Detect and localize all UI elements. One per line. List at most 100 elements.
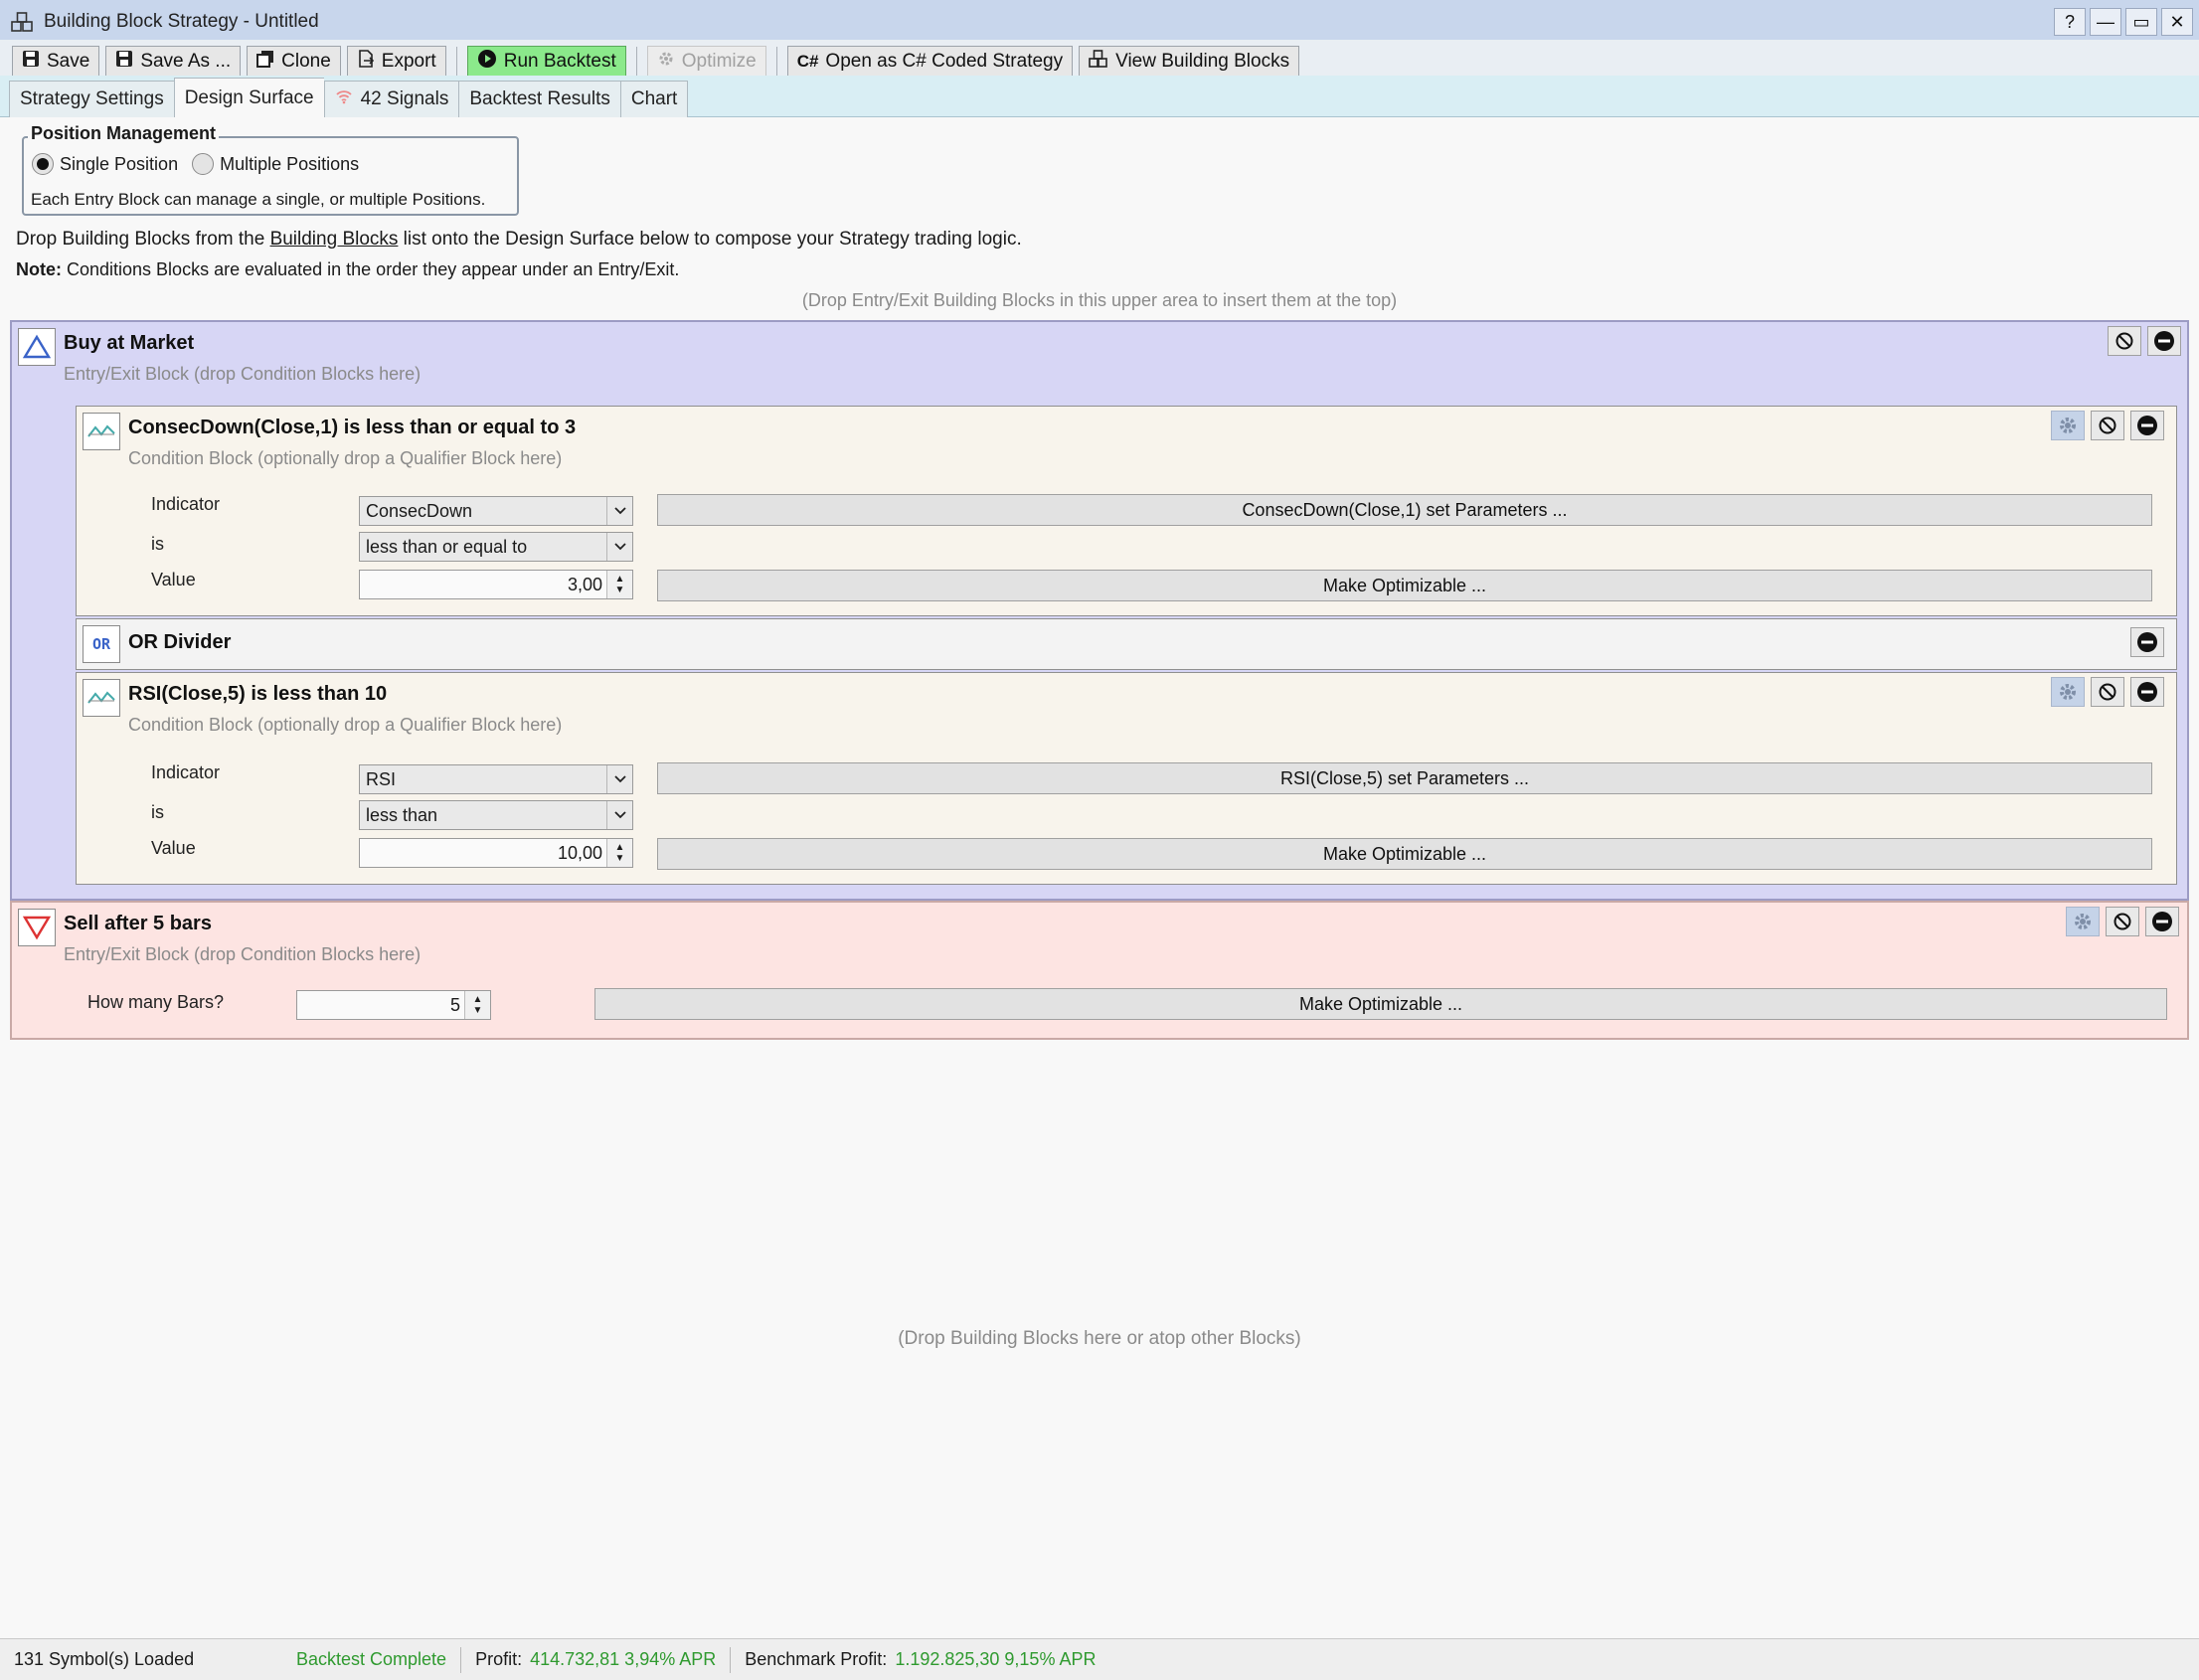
single-position-radio[interactable] <box>32 153 54 175</box>
indicator-wave-icon <box>83 679 120 717</box>
make-optimizable-button[interactable]: Make Optimizable ... <box>594 988 2167 1020</box>
condition1-subtitle: Condition Block (optionally drop a Quali… <box>128 448 563 468</box>
floppy-disk-icon <box>115 50 133 74</box>
close-button[interactable]: ✕ <box>2161 8 2193 36</box>
value-label: Value <box>151 570 196 589</box>
single-position-label: Single Position <box>60 153 179 174</box>
disable-block-button[interactable] <box>2091 677 2124 707</box>
triangle-down-icon <box>18 909 56 946</box>
condition-block-consecdown[interactable]: ConsecDown(Close,1) is less than or equa… <box>76 406 2177 616</box>
building-blocks-link[interactable]: Building Blocks <box>270 229 399 250</box>
value-spinner[interactable]: 10,00 ▲ ▼ <box>359 838 633 868</box>
view-building-blocks-button[interactable]: View Building Blocks <box>1079 46 1300 78</box>
note-label: Note: <box>16 259 62 279</box>
clone-button[interactable]: Clone <box>247 46 341 78</box>
set-parameters-button[interactable]: RSI(Close,5) set Parameters ... <box>657 762 2152 794</box>
sell-block-title: Sell after 5 bars <box>64 913 212 934</box>
bars-label: How many Bars? <box>87 992 225 1012</box>
spinner-arrows-icon[interactable]: ▲ ▼ <box>464 991 490 1019</box>
chevron-down-icon <box>606 801 632 829</box>
open-csharp-label: Open as C# Coded Strategy <box>825 51 1064 72</box>
settings-button[interactable] <box>2066 907 2100 936</box>
note-body: Conditions Blocks are evaluated in the o… <box>62 259 680 279</box>
indicator-wave-icon <box>83 413 120 450</box>
status-bar: 131 Symbol(s) Loaded Backtest Complete P… <box>0 1638 2199 1680</box>
play-icon <box>477 49 497 75</box>
remove-icon <box>2154 331 2174 351</box>
disable-block-button[interactable] <box>2106 907 2139 936</box>
remove-block-button[interactable] <box>2130 411 2164 440</box>
optimize-button[interactable]: Optimize <box>646 46 766 78</box>
wifi-signal-icon <box>335 88 353 110</box>
indicator-label: Indicator <box>151 762 221 782</box>
profit-value: 414.732,81 3,94% APR <box>530 1649 717 1669</box>
symbols-status: 131 Symbol(s) Loaded <box>0 1647 282 1673</box>
gear-icon <box>2075 914 2091 929</box>
indicator-select[interactable]: ConsecDown <box>359 496 633 526</box>
set-parameters-button[interactable]: ConsecDown(Close,1) set Parameters ... <box>657 494 2152 526</box>
run-backtest-label: Run Backtest <box>503 51 616 72</box>
remove-block-button[interactable] <box>2130 677 2164 707</box>
run-backtest-button[interactable]: Run Backtest <box>466 46 626 78</box>
multiple-positions-label: Multiple Positions <box>220 153 360 174</box>
condition2-subtitle: Condition Block (optionally drop a Quali… <box>128 715 563 735</box>
condition1-title: ConsecDown(Close,1) is less than or equa… <box>128 417 577 438</box>
indicator-select[interactable]: RSI <box>359 764 633 794</box>
open-csharp-button[interactable]: C# Open as C# Coded Strategy <box>786 46 1074 78</box>
help-button[interactable]: ? <box>2054 8 2086 36</box>
tab-backtest-results[interactable]: Backtest Results <box>458 81 620 118</box>
remove-icon <box>2137 416 2157 435</box>
floppy-disk-icon <box>22 50 40 74</box>
remove-block-button[interactable] <box>2130 627 2164 657</box>
indicator-select-value: RSI <box>366 768 397 789</box>
settings-button[interactable] <box>2051 677 2085 707</box>
toolbar-separator <box>635 47 637 77</box>
bars-spinner[interactable]: 5 ▲ ▼ <box>296 990 491 1020</box>
or-icon: OR <box>83 625 120 663</box>
make-optimizable-button[interactable]: Make Optimizable ... <box>657 570 2152 601</box>
maximize-button[interactable]: ▭ <box>2125 8 2157 36</box>
tab-strategy-settings[interactable]: Strategy Settings <box>9 81 174 118</box>
remove-icon <box>2152 912 2172 931</box>
spinner-arrows-icon[interactable]: ▲ ▼ <box>606 571 632 598</box>
disable-block-button[interactable] <box>2091 411 2124 440</box>
condition-block-rsi[interactable]: RSI(Close,5) is less than 10 Condition B… <box>76 672 2177 885</box>
sell-block-subtitle: Entry/Exit Block (drop Condition Blocks … <box>64 944 422 964</box>
comparison-select-value: less than <box>366 804 438 825</box>
value-spinner[interactable]: 3,00 ▲ ▼ <box>359 570 633 599</box>
or-divider-block[interactable]: OR OR Divider <box>76 618 2177 670</box>
remove-block-button[interactable] <box>2147 326 2181 356</box>
backtest-complete-text: Backtest Complete <box>296 1649 447 1669</box>
minimize-button[interactable]: — <box>2090 8 2121 36</box>
chevron-down-icon <box>606 497 632 525</box>
gear-icon <box>2060 684 2076 700</box>
buy-at-market-block[interactable]: Buy at Market Entry/Exit Block (drop Con… <box>10 320 2189 901</box>
drop-zone-top[interactable]: (Drop Entry/Exit Building Blocks in this… <box>0 290 2199 311</box>
save-button[interactable]: Save <box>12 46 100 78</box>
export-button[interactable]: Export <box>346 46 446 78</box>
clone-label: Clone <box>281 51 331 72</box>
tab-bar: Strategy Settings Design Surface 42 Sign… <box>0 76 2199 118</box>
make-optimizable-button[interactable]: Make Optimizable ... <box>657 838 2152 870</box>
tab-signals[interactable]: 42 Signals <box>323 81 459 118</box>
remove-block-button[interactable] <box>2145 907 2179 936</box>
buy-block-subtitle: Entry/Exit Block (drop Condition Blocks … <box>64 364 422 384</box>
comparison-select[interactable]: less than or equal to <box>359 532 633 562</box>
settings-button[interactable] <box>2051 411 2085 440</box>
disable-block-button[interactable] <box>2108 326 2141 356</box>
tab-chart[interactable]: Chart <box>619 81 689 118</box>
position-management-note: Each Entry Block can manage a single, or… <box>31 190 486 209</box>
tab-design-surface[interactable]: Design Surface <box>173 78 324 118</box>
export-label: Export <box>381 51 436 72</box>
multiple-positions-radio[interactable] <box>192 153 215 175</box>
copy-icon <box>256 50 274 74</box>
comparison-select[interactable]: less than <box>359 800 633 830</box>
buy-block-title: Buy at Market <box>64 332 195 354</box>
note-text: Note: Conditions Blocks are evaluated in… <box>16 259 679 280</box>
save-as-button[interactable]: Save As ... <box>105 46 242 78</box>
spinner-arrows-icon[interactable]: ▲ ▼ <box>606 839 632 867</box>
drop-zone-bottom[interactable]: (Drop Building Blocks here or atop other… <box>0 1328 2199 1350</box>
sell-after-bars-block[interactable]: Sell after 5 bars Entry/Exit Block (drop… <box>10 901 2189 1040</box>
value-spinner-value: 10,00 <box>557 842 602 863</box>
bars-spinner-value: 5 <box>449 994 460 1015</box>
